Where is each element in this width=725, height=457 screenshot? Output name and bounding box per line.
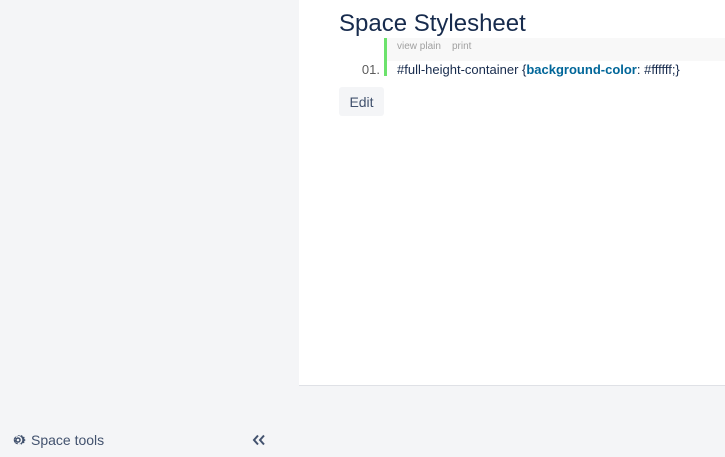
code-toolbar: view plain print: [387, 38, 725, 61]
collapse-sidebar-button[interactable]: [249, 431, 269, 449]
code-property-keyword: background-color: [526, 62, 637, 77]
code-line: #full-height-container {background-color…: [397, 62, 680, 77]
code-selector: #full-height-container {: [397, 62, 527, 77]
edit-button[interactable]: Edit: [339, 87, 384, 116]
page-title: Space Stylesheet: [339, 10, 526, 37]
line-number: 01.: [361, 62, 380, 77]
double-chevron-left-icon: [252, 434, 265, 446]
space-tools-button[interactable]: Space tools: [10, 429, 104, 451]
space-tools-label: Space tools: [31, 432, 105, 448]
print-link[interactable]: print: [452, 41, 471, 52]
code-value: : #ffffff;}: [636, 62, 680, 77]
sidebar: Space tools: [0, 0, 299, 457]
code-block: view plain print 01. #full-height-contai…: [339, 38, 725, 77]
main-content: Space Stylesheet view plain print 01. #f…: [299, 0, 725, 386]
gear-icon: [13, 435, 26, 445]
view-plain-link[interactable]: view plain: [397, 41, 441, 52]
